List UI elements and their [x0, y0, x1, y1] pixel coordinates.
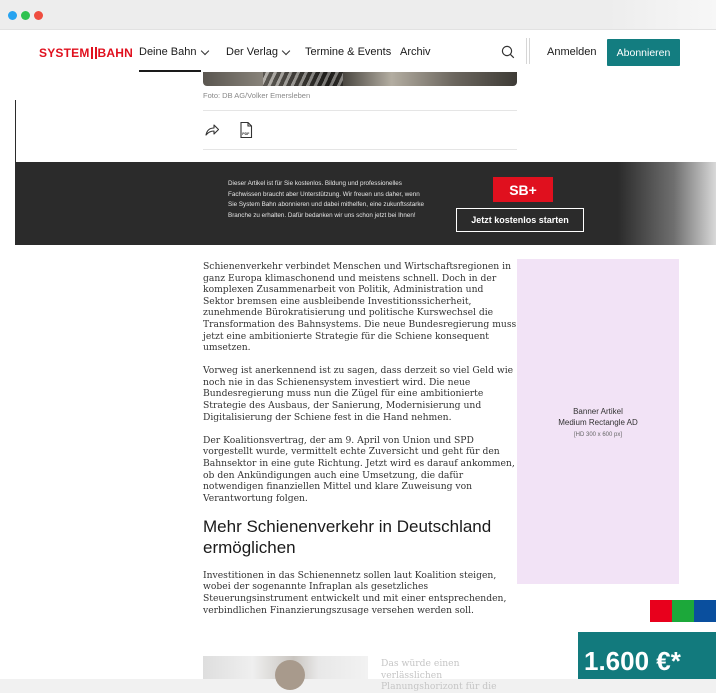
- nav-item-deine-bahn[interactable]: Deine Bahn: [139, 46, 209, 58]
- image-caption: Foto: DB AG/Volker Emersleben: [203, 91, 311, 100]
- window-dot-blue[interactable]: [8, 11, 17, 20]
- divider: [203, 149, 517, 150]
- article-subheading: Mehr Schienenverkehr in Deutschland ermö…: [203, 516, 492, 557]
- article-paragraph: Vorweg ist anerkennend ist zu sagen, das…: [203, 365, 514, 423]
- window-dot-green[interactable]: [21, 11, 30, 20]
- subscription-promo-banner: Dieser Artikel ist für Sie kostenlos. Bi…: [15, 162, 716, 245]
- logo-separator-2: [94, 47, 97, 59]
- divider: [203, 110, 517, 111]
- login-link[interactable]: Anmelden: [547, 46, 597, 58]
- logo-part-2: BAHN: [97, 46, 134, 60]
- nav-item-archiv[interactable]: Archiv: [400, 46, 431, 58]
- price-text: 1.600 €*: [584, 646, 682, 676]
- ad-title: Banner Artikel: [573, 406, 623, 416]
- article-paragraph: Der Koalitionsvertrag, der am 9. April v…: [203, 434, 515, 504]
- chevron-down-icon: [200, 46, 209, 55]
- article-body: Schienenverkehr verbindet Menschen und W…: [203, 261, 517, 628]
- nav-item-label: Deine Bahn: [139, 46, 197, 58]
- ad-placeholder[interactable]: Banner Artikel Medium Rectangle AD [HD 3…: [517, 259, 679, 584]
- nav-item-termine-events[interactable]: Termine & Events: [305, 46, 391, 58]
- article-paragraph-faded: Das würde einen verlässlichen Planungsho…: [381, 658, 497, 693]
- browser-window: SYSTEM BAHN Deine Bahn Der Verlag Termin…: [0, 0, 716, 692]
- logo-separator: [90, 47, 93, 59]
- chevron-down-icon: [281, 46, 291, 55]
- promo-text: Dieser Artikel ist für Sie kostenlos. Bi…: [228, 180, 425, 219]
- content-edge: [15, 100, 16, 162]
- nav-divider: [526, 38, 527, 64]
- search-icon[interactable]: [500, 44, 516, 60]
- start-free-button[interactable]: Jetzt kostenlos starten: [456, 208, 584, 232]
- nav-item-label: Termine & Events: [305, 46, 392, 58]
- nav-divider: [529, 38, 530, 64]
- article-paragraph: Schienenverkehr verbindet Menschen und W…: [203, 261, 517, 354]
- nav-active-indicator: [139, 70, 201, 72]
- site-logo[interactable]: SYSTEM BAHN: [39, 46, 133, 60]
- nav-item-der-verlag[interactable]: Der Verlag: [226, 46, 291, 58]
- price-badge: 1.600 €*: [550, 594, 716, 679]
- pdf-icon[interactable]: PDF: [238, 121, 254, 139]
- article-image: [203, 72, 517, 86]
- article-paragraph: Investitionen in das Schienennetz sollen…: [203, 569, 507, 616]
- article-inline-image: [203, 656, 368, 690]
- subscribe-button[interactable]: Abonnieren: [607, 39, 680, 66]
- logo-part-1: SYSTEM: [39, 46, 90, 60]
- nav-item-label: Archiv: [400, 46, 431, 58]
- ad-size: [HD 300 x 600 px]: [573, 431, 623, 438]
- ad-subtitle: Medium Rectangle AD: [558, 417, 638, 427]
- window-dot-red[interactable]: [34, 11, 43, 20]
- sb-plus-badge: SB+: [493, 177, 553, 202]
- nav-item-label: Der Verlag: [226, 46, 278, 58]
- share-icon[interactable]: [204, 122, 220, 138]
- title-bar: [0, 0, 716, 30]
- svg-text:PDF: PDF: [242, 132, 250, 136]
